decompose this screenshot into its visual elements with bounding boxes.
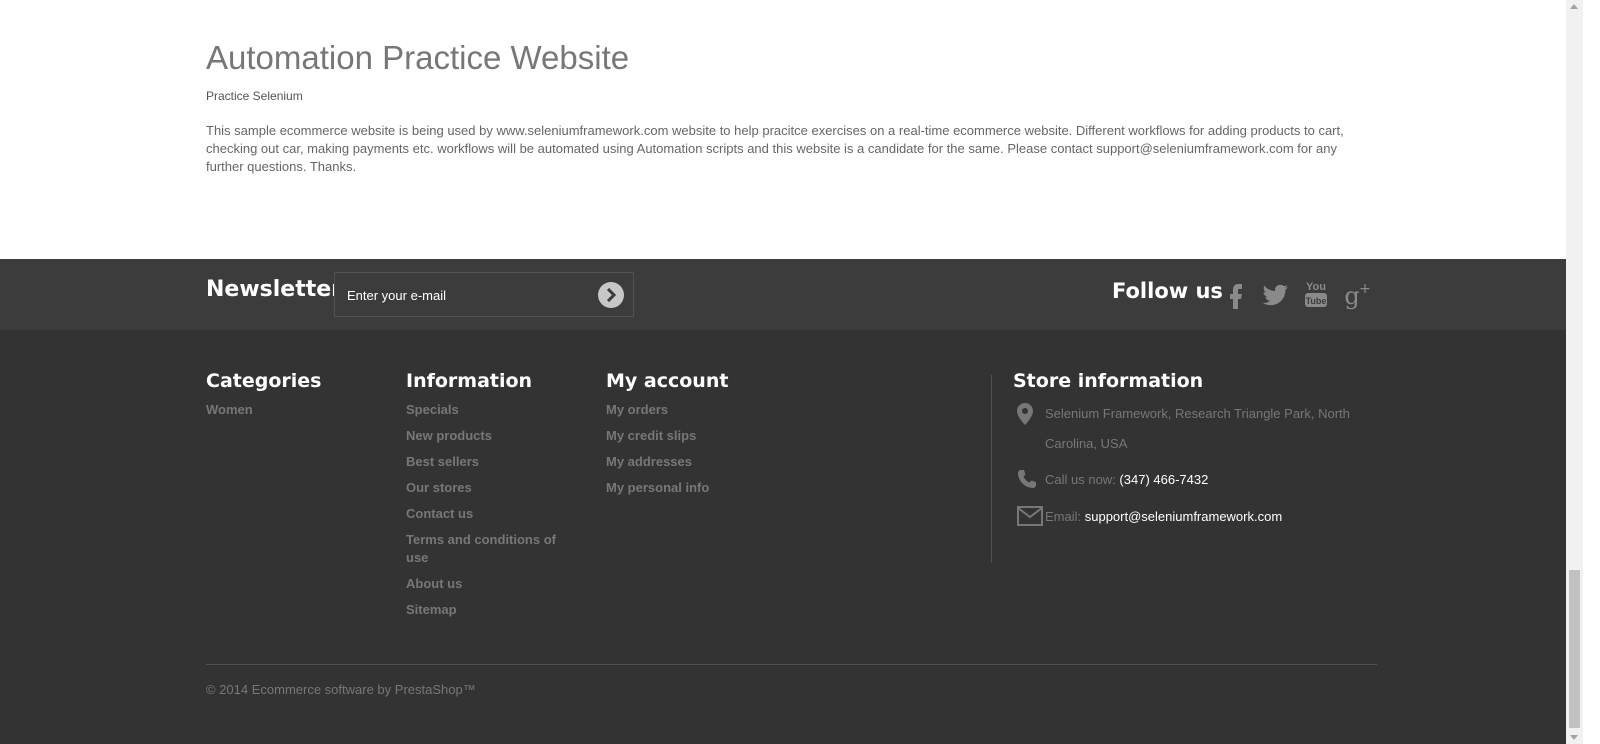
info-link-new-products[interactable]: New products bbox=[406, 427, 566, 445]
store-email: Email: support@seleniumframework.com bbox=[1013, 502, 1371, 532]
store-address-text: Selenium Framework, Research Triangle Pa… bbox=[1045, 406, 1350, 451]
phone-icon bbox=[1017, 469, 1037, 500]
information-title: Information bbox=[406, 370, 533, 392]
follow-us-title: Follow us bbox=[1112, 279, 1223, 303]
chevron-right-icon bbox=[606, 288, 617, 302]
page-description: This sample ecommerce website is being u… bbox=[206, 123, 1344, 174]
youtube-icon[interactable]: You Tube bbox=[1300, 278, 1332, 310]
newsletter-email-input[interactable] bbox=[347, 285, 587, 305]
account-link-addresses[interactable]: My addresses bbox=[606, 453, 728, 471]
store-email-link[interactable]: support@seleniumframework.com bbox=[1085, 509, 1282, 524]
page-title: Automation Practice Website bbox=[206, 39, 630, 76]
google-plus-icon[interactable]: g + bbox=[1340, 278, 1372, 310]
category-link-women[interactable]: Women bbox=[206, 401, 321, 419]
envelope-icon bbox=[1017, 506, 1043, 537]
categories-column: Categories Women bbox=[206, 370, 321, 427]
facebook-icon[interactable] bbox=[1220, 278, 1252, 310]
info-link-sitemap[interactable]: Sitemap bbox=[406, 601, 566, 619]
store-information-title: Store information bbox=[1013, 370, 1204, 392]
info-link-our-stores[interactable]: Our stores bbox=[406, 479, 566, 497]
copyright-text: © 2014 Ecommerce software by PrestaShop™ bbox=[206, 682, 476, 697]
store-phone: Call us now: (347) 466-7432 bbox=[1013, 465, 1371, 495]
information-column: Information Specials New products Best s… bbox=[406, 370, 566, 627]
account-link-personal-info[interactable]: My personal info bbox=[606, 479, 728, 497]
store-phone-label: Call us now: bbox=[1045, 472, 1120, 487]
info-link-contact-us[interactable]: Contact us bbox=[406, 505, 566, 523]
svg-text:You: You bbox=[1306, 281, 1326, 293]
account-link-credit-slips[interactable]: My credit slips bbox=[606, 427, 728, 445]
store-information-column: Store information Selenium Framework, Re… bbox=[991, 370, 1371, 563]
svg-text:g: g bbox=[1344, 282, 1359, 310]
scroll-up-arrow-icon[interactable] bbox=[1570, 4, 1578, 9]
footer-divider bbox=[206, 664, 1377, 665]
account-link-orders[interactable]: My orders bbox=[606, 401, 728, 419]
newsletter-submit-button[interactable] bbox=[598, 282, 624, 308]
twitter-icon[interactable] bbox=[1260, 278, 1292, 310]
newsletter-bar: Newsletter Follow us You Tube g+ bbox=[0, 259, 1583, 330]
newsletter-form bbox=[334, 272, 634, 317]
store-email-label: Email: bbox=[1045, 509, 1085, 524]
page: Automation Practice Website Practice Sel… bbox=[0, 0, 1583, 744]
scroll-down-arrow-icon[interactable] bbox=[1570, 735, 1578, 740]
svg-text:+: + bbox=[1359, 281, 1371, 297]
store-address: Selenium Framework, Research Triangle Pa… bbox=[1013, 399, 1371, 459]
my-account-title: My account bbox=[606, 370, 729, 392]
info-link-terms[interactable]: Terms and conditions of use bbox=[406, 531, 566, 567]
categories-title: Categories bbox=[206, 370, 322, 392]
info-link-best-sellers[interactable]: Best sellers bbox=[406, 453, 566, 471]
info-link-specials[interactable]: Specials bbox=[406, 401, 566, 419]
page-subtitle: Practice Selenium bbox=[206, 89, 303, 103]
my-account-column: My account My orders My credit slips My … bbox=[606, 370, 728, 505]
map-marker-icon bbox=[1017, 403, 1033, 436]
newsletter-title: Newsletter bbox=[206, 277, 343, 302]
footer: Categories Women Information Specials Ne… bbox=[0, 330, 1583, 744]
store-phone-number: (347) 466-7432 bbox=[1119, 472, 1209, 487]
intro-section: Automation Practice Website Practice Sel… bbox=[206, 36, 1346, 176]
vertical-scrollbar[interactable] bbox=[1566, 0, 1583, 744]
scrollbar-thumb[interactable] bbox=[1569, 570, 1580, 728]
svg-text:Tube: Tube bbox=[1306, 296, 1327, 306]
info-link-about-us[interactable]: About us bbox=[406, 575, 566, 593]
